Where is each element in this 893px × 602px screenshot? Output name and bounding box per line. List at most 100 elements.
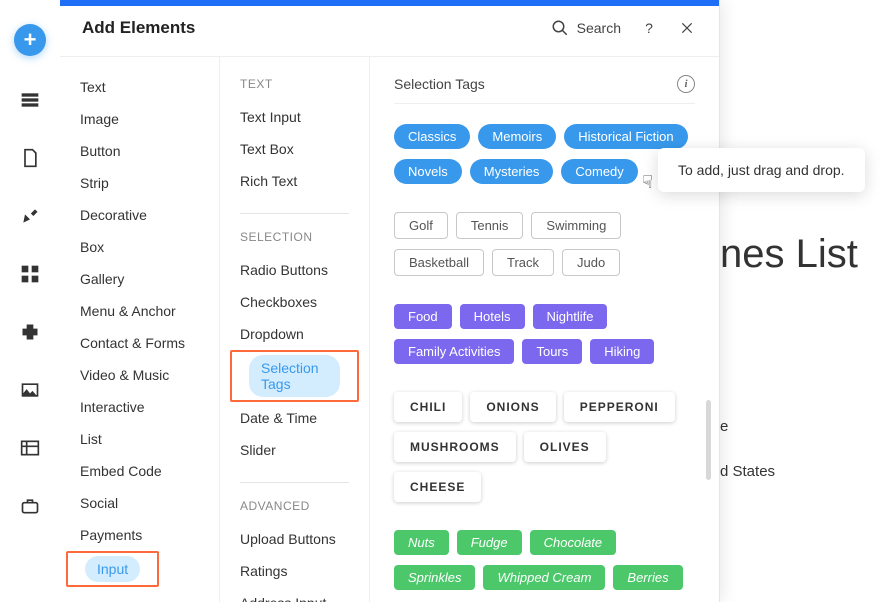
panel-title: Add Elements [82, 18, 551, 38]
tag-item[interactable]: Tours [522, 339, 582, 364]
group-label-selection: SELECTION [220, 230, 369, 254]
tag-item[interactable]: Classics [394, 124, 470, 149]
background-page-content: nes List e d States [720, 0, 893, 602]
category-embed-code[interactable]: Embed Code [60, 455, 219, 487]
tag-item[interactable]: Family Activities [394, 339, 514, 364]
preview-column[interactable]: Selection Tags i Classics Memoirs Histor… [370, 57, 719, 602]
tag-item[interactable]: Basketball [394, 249, 484, 276]
tag-preset-green[interactable]: Nuts Fudge Chocolate Sprinkles Whipped C… [394, 530, 695, 590]
tag-item[interactable]: Memoirs [478, 124, 556, 149]
tag-item[interactable]: CHEESE [394, 472, 481, 502]
divider [240, 213, 349, 214]
tag-item[interactable]: PEPPERONI [564, 392, 675, 422]
opt-selection-tags[interactable]: Selection Tags [249, 355, 340, 397]
add-elements-panel: Add Elements Search ? Text Image Button … [60, 0, 720, 602]
subcategory-column[interactable]: TEXT Text Input Text Box Rich Text SELEC… [220, 57, 370, 602]
opt-text-input[interactable]: Text Input [220, 101, 369, 133]
opt-dropdown[interactable]: Dropdown [220, 318, 369, 350]
design-icon[interactable] [16, 202, 44, 230]
tag-preset-purple[interactable]: Food Hotels Nightlife Family Activities … [394, 304, 695, 364]
category-box[interactable]: Box [60, 231, 219, 263]
category-strip[interactable]: Strip [60, 167, 219, 199]
category-list[interactable]: List [60, 423, 219, 455]
preview-scrollbar[interactable] [706, 400, 711, 480]
category-menu-anchor[interactable]: Menu & Anchor [60, 295, 219, 327]
info-icon[interactable]: i [677, 75, 695, 93]
opt-radio-buttons[interactable]: Radio Buttons [220, 254, 369, 286]
highlight-annotation-selection-tags: Selection Tags [230, 350, 359, 402]
business-icon[interactable] [16, 492, 44, 520]
category-interactive[interactable]: Interactive [60, 391, 219, 423]
left-icon-rail: + [0, 0, 60, 602]
opt-ratings[interactable]: Ratings [220, 555, 369, 587]
media-icon[interactable] [16, 376, 44, 404]
tag-item[interactable]: CHILI [394, 392, 462, 422]
opt-text-box[interactable]: Text Box [220, 133, 369, 165]
apps-icon[interactable] [16, 260, 44, 288]
category-button[interactable]: Button [60, 135, 219, 167]
tag-item[interactable]: Food [394, 304, 452, 329]
opt-date-time[interactable]: Date & Time [220, 402, 369, 434]
tag-item[interactable]: Hotels [460, 304, 525, 329]
tag-item[interactable]: Swimming [531, 212, 621, 239]
table-icon[interactable] [16, 434, 44, 462]
tag-item[interactable]: Nightlife [533, 304, 608, 329]
tag-item[interactable]: OLIVES [524, 432, 606, 462]
tag-item[interactable]: Novels [394, 159, 462, 184]
tag-item[interactable]: Nuts [394, 530, 449, 555]
tag-item[interactable]: Comedy [561, 159, 637, 184]
category-social[interactable]: Social [60, 487, 219, 519]
opt-checkboxes[interactable]: Checkboxes [220, 286, 369, 318]
tag-item[interactable]: Chocolate [530, 530, 617, 555]
divider [240, 482, 349, 483]
category-gallery[interactable]: Gallery [60, 263, 219, 295]
tag-item[interactable]: Mysteries [470, 159, 554, 184]
panel-header: Add Elements Search ? [60, 6, 719, 56]
tag-item[interactable]: Tennis [456, 212, 524, 239]
tag-item[interactable]: MUSHROOMS [394, 432, 516, 462]
search-button[interactable]: Search [551, 19, 621, 37]
file-icon[interactable] [16, 144, 44, 172]
tag-item[interactable]: Berries [613, 565, 682, 590]
bg-headline-fragment: nes List [720, 230, 893, 278]
category-text[interactable]: Text [60, 71, 219, 103]
tag-item[interactable]: Fudge [457, 530, 522, 555]
group-label-advanced: ADVANCED [220, 499, 369, 523]
category-input[interactable]: Input [85, 556, 140, 582]
tag-item[interactable]: Golf [394, 212, 448, 239]
opt-upload-buttons[interactable]: Upload Buttons [220, 523, 369, 555]
close-icon [680, 21, 694, 35]
close-button[interactable] [677, 18, 697, 38]
tag-item[interactable]: Judo [562, 249, 620, 276]
tag-item[interactable]: Whipped Cream [483, 565, 605, 590]
category-payments[interactable]: Payments [60, 519, 219, 551]
tag-item[interactable]: Sprinkles [394, 565, 475, 590]
category-contact-forms[interactable]: Contact & Forms [60, 327, 219, 359]
group-label-text: TEXT [220, 77, 369, 101]
search-label: Search [577, 20, 621, 36]
preview-title: Selection Tags [394, 76, 677, 92]
tag-item[interactable]: Track [492, 249, 554, 276]
tag-preset-outline[interactable]: Golf Tennis Swimming Basketball Track Ju… [394, 212, 695, 276]
highlight-annotation-input: Input [66, 551, 159, 587]
drag-drop-tooltip: To add, just drag and drop. [658, 148, 865, 192]
opt-rich-text[interactable]: Rich Text [220, 165, 369, 197]
search-icon [551, 19, 569, 37]
tag-item[interactable]: ONIONS [470, 392, 555, 422]
bg-line1: e [720, 398, 893, 443]
category-column[interactable]: Text Image Button Strip Decorative Box G… [60, 57, 220, 602]
category-decorative[interactable]: Decorative [60, 199, 219, 231]
category-video-music[interactable]: Video & Music [60, 359, 219, 391]
tag-preset-white[interactable]: CHILI ONIONS PEPPERONI MUSHROOMS OLIVES … [394, 392, 695, 502]
tag-item[interactable]: Historical Fiction [564, 124, 687, 149]
tag-preset-blue[interactable]: Classics Memoirs Historical Fiction Nove… [394, 124, 695, 184]
category-image[interactable]: Image [60, 103, 219, 135]
tag-item[interactable]: Hiking [590, 339, 654, 364]
help-button[interactable]: ? [639, 18, 659, 38]
bg-line2: d States [720, 443, 893, 488]
opt-address-input[interactable]: Address Input [220, 587, 369, 602]
opt-slider[interactable]: Slider [220, 434, 369, 466]
pages-icon[interactable] [16, 86, 44, 114]
add-elements-button[interactable]: + [14, 24, 46, 56]
puzzle-icon[interactable] [16, 318, 44, 346]
